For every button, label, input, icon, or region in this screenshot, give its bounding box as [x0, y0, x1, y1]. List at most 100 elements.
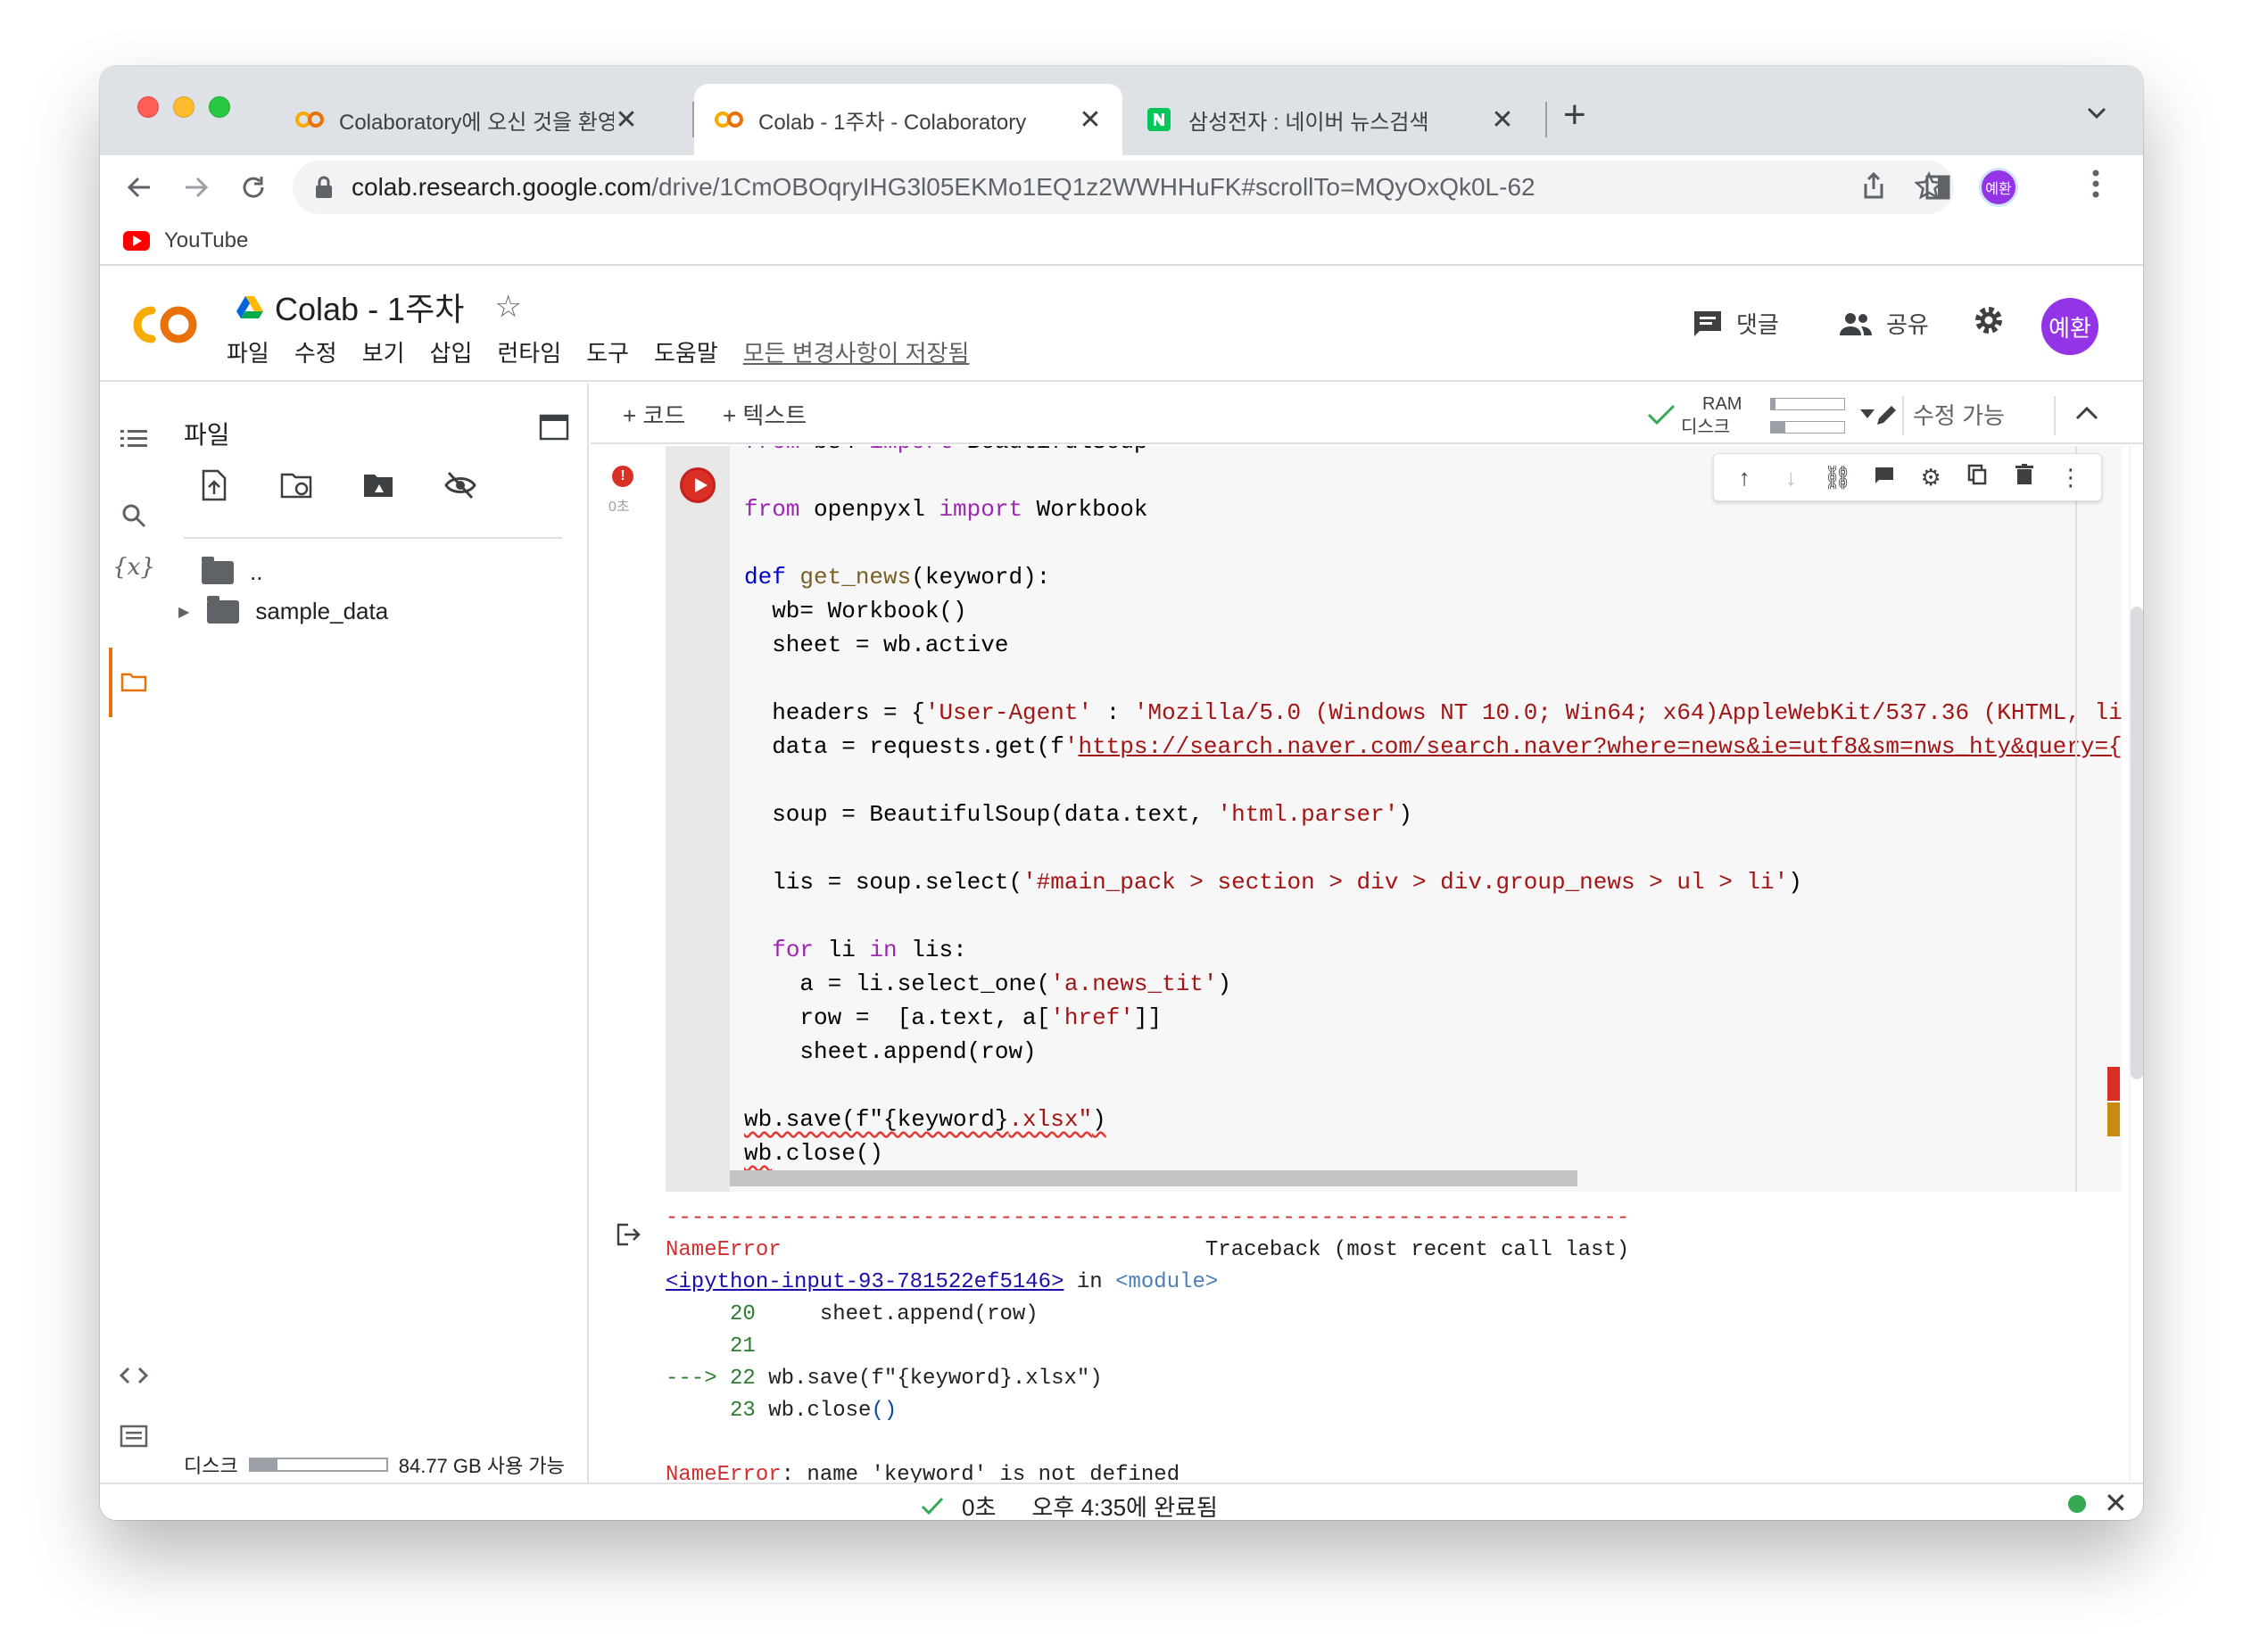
- hide-files-icon[interactable]: [444, 469, 476, 501]
- url-host: colab.research.google.com: [352, 173, 652, 201]
- open-in-tab-icon[interactable]: [539, 414, 569, 445]
- menu-insert[interactable]: 삽입: [430, 335, 473, 368]
- save-status[interactable]: 모든 변경사항이 저장됨: [743, 335, 970, 368]
- search-icon[interactable]: [116, 498, 152, 533]
- cell-output[interactable]: ----------------------------------------…: [666, 1202, 1629, 1483]
- close-window-button[interactable]: [137, 96, 159, 118]
- tab-search-chevron-icon[interactable]: [2086, 98, 2107, 127]
- resources-indicator[interactable]: RAM 디스크: [1681, 392, 1742, 439]
- cell-toolbar: ↑ ↓ ⛓ ⚙ ⋮: [1713, 453, 2102, 501]
- completion-time: 오후 4:35에 완료됨: [1031, 1494, 1218, 1520]
- reload-button[interactable]: [234, 168, 273, 207]
- check-icon: [921, 1497, 944, 1515]
- cell-horizontal-scrollbar[interactable]: [730, 1170, 1577, 1186]
- output-toggle-icon[interactable]: [616, 1222, 641, 1247]
- people-icon: [1840, 312, 1872, 335]
- folder-up-icon: [202, 556, 234, 584]
- add-text-button[interactable]: + 텍스트: [723, 398, 807, 431]
- cell-gutter: ! 0초: [591, 446, 658, 1194]
- forward-button[interactable]: [177, 168, 216, 207]
- notebook-scrollbar[interactable]: [2131, 607, 2143, 1079]
- menu-help[interactable]: 도움말: [654, 335, 718, 368]
- minimize-window-button[interactable]: [173, 96, 195, 118]
- add-code-button[interactable]: + 코드: [623, 398, 685, 431]
- new-tab-button[interactable]: +: [1563, 93, 1586, 137]
- zoom-window-button[interactable]: [209, 96, 230, 118]
- code-cell[interactable]: ! 0초 from bs4 import BeautifulSoup from …: [591, 446, 2122, 1194]
- code-snippets-icon[interactable]: [116, 1358, 152, 1393]
- back-button[interactable]: [120, 168, 159, 207]
- disk-usage: 디스크 84.77 GB 사용 가능: [184, 1450, 565, 1479]
- tab-title: Colaboratory에 오신 것을 환영합니: [339, 110, 614, 135]
- comment-icon[interactable]: [1869, 464, 1900, 491]
- share-page-icon[interactable]: [1861, 171, 1886, 207]
- menu-bar: 파일 수정 보기 삽입 런타임 도구 도움말 모든 변경사항이 저장됨: [227, 335, 994, 368]
- colab-header: Colab - 1주차 ☆ 파일 수정 보기 삽입 런타임 도구 도움말 모든 …: [100, 268, 2143, 382]
- close-status-icon[interactable]: ✕: [2104, 1486, 2128, 1520]
- address-bar[interactable]: colab.research.google.com/drive/1CmOBOqr…: [293, 161, 1954, 214]
- tab-strip: Colaboratory에 오신 것을 환영합니 ✕ Colab - 1주차 -…: [100, 66, 2143, 155]
- upload-file-icon[interactable]: [198, 469, 230, 501]
- files-panel-title: 파일: [184, 421, 230, 449]
- mirror-cell-icon[interactable]: [1962, 464, 1992, 491]
- notebook-title[interactable]: Colab - 1주차: [275, 284, 464, 330]
- google-drive-icon[interactable]: [236, 294, 264, 319]
- delete-icon[interactable]: [2009, 463, 2040, 491]
- code-editor[interactable]: from bs4 import BeautifulSoup from openp…: [730, 446, 2122, 1192]
- menu-tools[interactable]: 도구: [586, 335, 629, 368]
- tree-item-parent[interactable]: ..: [202, 556, 262, 586]
- tree-item-label: sample_data: [255, 598, 389, 624]
- comments-label: 댓글: [1736, 311, 1779, 338]
- link-icon[interactable]: ⛓: [1823, 464, 1853, 491]
- share-button[interactable]: 공유: [1838, 307, 1929, 340]
- chrome-menu-icon[interactable]: [2091, 168, 2100, 208]
- refresh-folder-icon[interactable]: [280, 469, 312, 501]
- settings-button[interactable]: [1972, 303, 2006, 337]
- side-panel-button[interactable]: [1918, 168, 1957, 207]
- close-tab-icon[interactable]: ✕: [614, 104, 639, 136]
- variables-icon[interactable]: {x}: [112, 549, 155, 585]
- gear-icon[interactable]: ⚙: [1916, 464, 1946, 491]
- mount-drive-icon[interactable]: [362, 469, 394, 501]
- edit-mode-button[interactable]: 수정 가능: [1874, 398, 2005, 431]
- code-text[interactable]: from bs4 import BeautifulSoup from openp…: [744, 446, 2122, 1170]
- menu-edit[interactable]: 수정: [294, 335, 337, 368]
- tab-colab-welcome[interactable]: Colaboratory에 오신 것을 환영합니 ✕: [275, 84, 658, 155]
- connected-check-icon: [1647, 404, 1676, 425]
- run-cell-button[interactable]: [680, 467, 716, 503]
- account-avatar[interactable]: 예환: [2041, 298, 2098, 355]
- files-panel: 파일 .. ▶ sample_data 디스크 84.77 GB 사용 가능: [168, 384, 658, 1483]
- execution-duration: 0초: [962, 1494, 997, 1520]
- close-tab-icon[interactable]: ✕: [1490, 104, 1515, 136]
- side-panel-icon: [1925, 175, 1950, 200]
- tree-item-sample-data[interactable]: ▶ sample_data: [178, 595, 389, 625]
- chevron-up-icon[interactable]: [2075, 405, 2098, 421]
- comments-button[interactable]: 댓글: [1692, 307, 1779, 340]
- menu-file[interactable]: 파일: [227, 335, 269, 368]
- tab-naver-news[interactable]: 삼성전자 : 네이버 뉴스검색 ✕: [1124, 84, 1535, 155]
- expand-caret-icon[interactable]: ▶: [178, 603, 189, 621]
- menu-view[interactable]: 보기: [362, 335, 405, 368]
- youtube-icon: [123, 231, 150, 251]
- files-folder-icon[interactable]: [116, 664, 152, 699]
- star-notebook-icon[interactable]: ☆: [494, 289, 521, 325]
- terminal-icon[interactable]: [116, 1418, 152, 1454]
- close-tab-icon[interactable]: ✕: [1078, 104, 1103, 136]
- disk-usage-fill: [250, 1459, 278, 1470]
- move-up-icon[interactable]: ↑: [1729, 464, 1759, 491]
- url-path: /drive/1CmOBOqryIHG3l05EKMo1EQ1z2WWHHuFK…: [651, 173, 1535, 201]
- naver-favicon-icon: [1144, 108, 1174, 131]
- move-down-icon[interactable]: ↓: [1775, 464, 1806, 491]
- pencil-icon: [1877, 405, 1896, 425]
- bookmark-youtube[interactable]: YouTube: [123, 228, 248, 253]
- tab-colab-week1[interactable]: Colab - 1주차 - Colaboratory ✕: [694, 84, 1122, 155]
- bookmarks-bar: YouTube: [100, 219, 2143, 266]
- more-options-icon[interactable]: ⋮: [2056, 464, 2086, 491]
- execution-status[interactable]: 0초 오후 4:35에 완료됨: [921, 1490, 1218, 1520]
- menu-runtime[interactable]: 런타임: [497, 335, 561, 368]
- table-of-contents-icon[interactable]: [116, 421, 152, 457]
- notebook-title-area: Colab - 1주차 ☆: [236, 284, 522, 330]
- colab-logo-icon[interactable]: [125, 300, 202, 350]
- profile-avatar[interactable]: 예환: [1979, 168, 2018, 207]
- notebook-area: + 코드 + 텍스트 RAM 디스크 수정 가능 ! 0초 from openp…: [591, 384, 2143, 1483]
